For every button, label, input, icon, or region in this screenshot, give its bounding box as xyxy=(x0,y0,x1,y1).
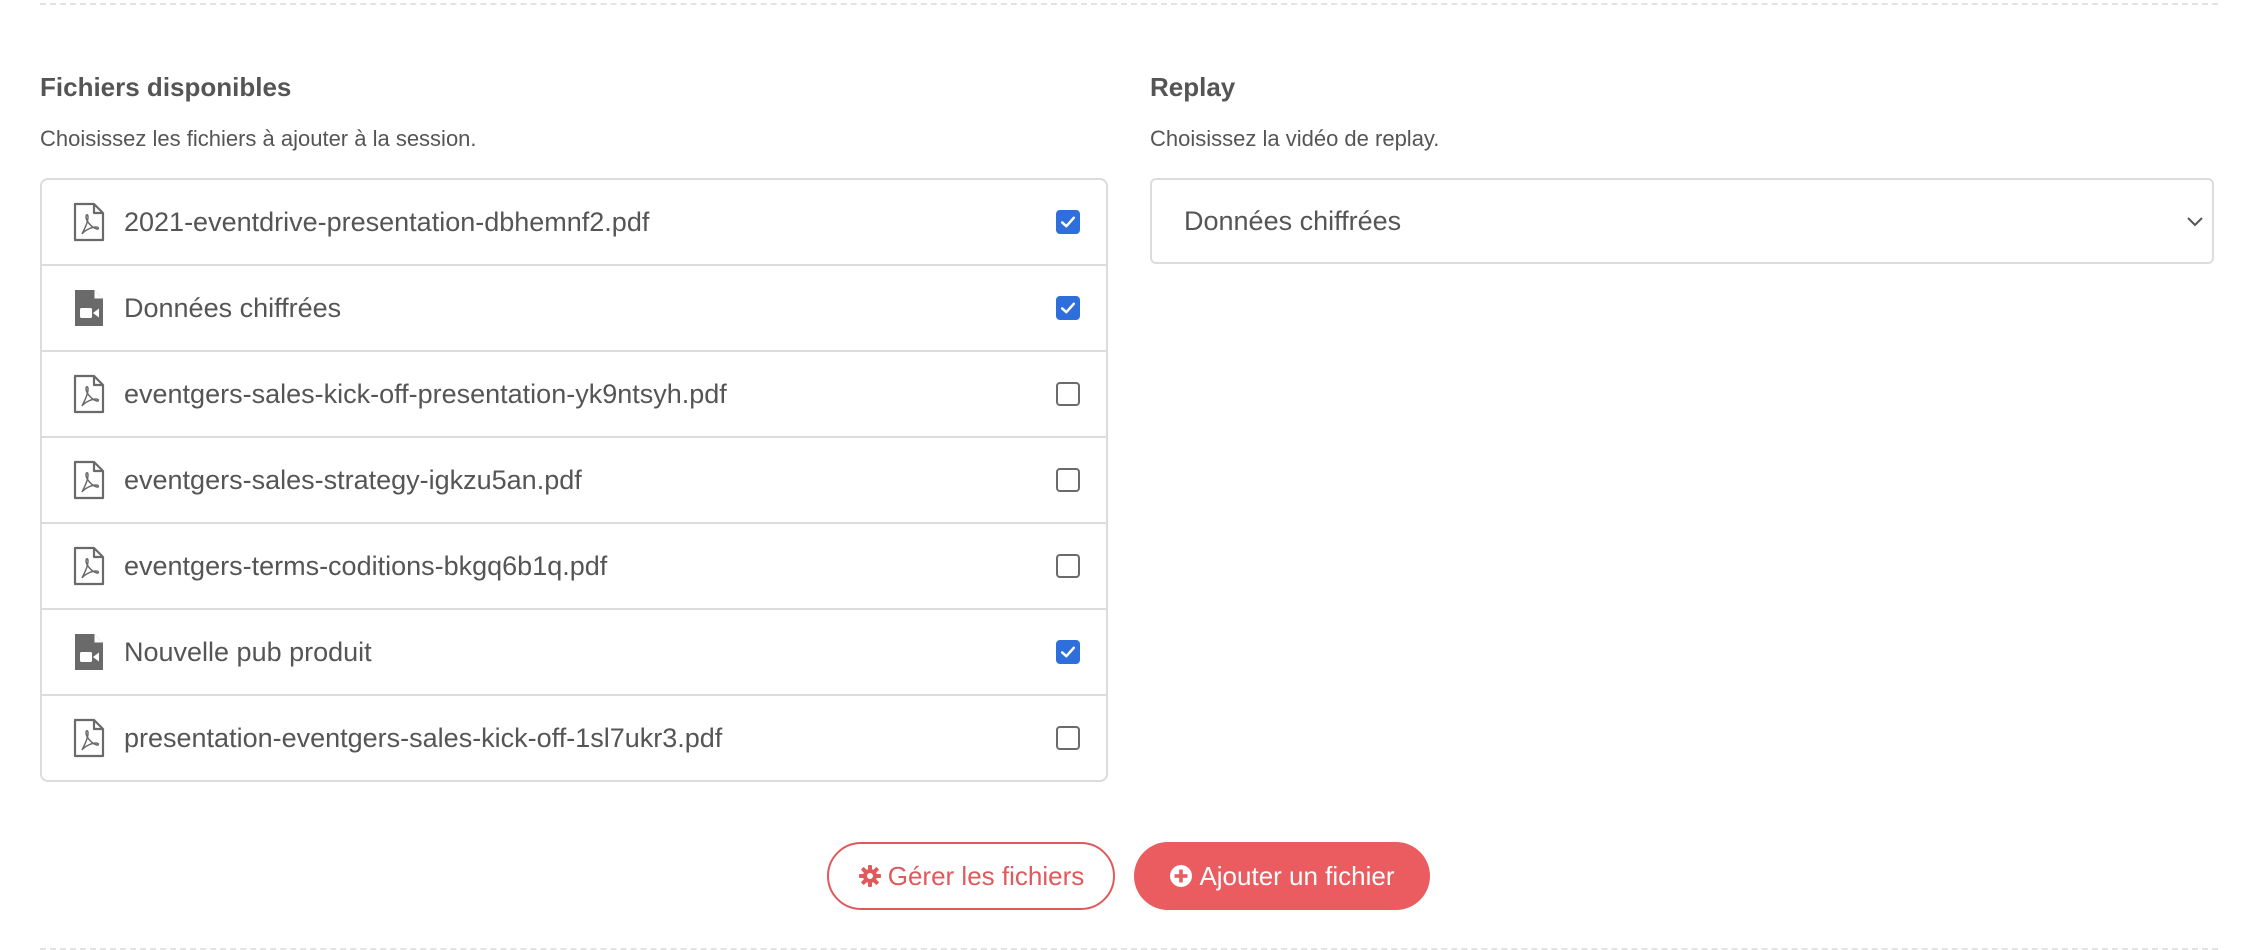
replay-section: Replay Choisissez la vidéo de replay. Do… xyxy=(1150,70,2216,264)
files-section-description: Choisissez les fichiers à ajouter à la s… xyxy=(40,126,477,151)
file-name: eventgers-terms-coditions-bkgq6b1q.pdf xyxy=(124,550,608,581)
gear-icon xyxy=(858,865,881,887)
chevron-down-icon xyxy=(2187,217,2203,227)
file-checkbox[interactable] xyxy=(1056,554,1080,578)
file-row[interactable]: 2021-eventdrive-presentation-dbhemnf2.pd… xyxy=(42,180,1106,266)
file-list: 2021-eventdrive-presentation-dbhemnf2.pd… xyxy=(40,178,1108,782)
file-checkbox[interactable] xyxy=(1056,640,1080,664)
file-checkbox[interactable] xyxy=(1056,382,1080,406)
replay-section-title: Replay xyxy=(1150,72,1236,102)
replay-select-value: Données chiffrées xyxy=(1184,205,1402,236)
file-checkbox[interactable] xyxy=(1056,296,1080,320)
file-name: presentation-eventgers-sales-kick-off-1s… xyxy=(124,722,723,753)
file-name: Nouvelle pub produit xyxy=(124,636,372,667)
top-divider xyxy=(40,3,2218,5)
replay-section-description: Choisissez la vidéo de replay. xyxy=(1150,126,1440,151)
page: Fichiers disponibles Choisissez les fich… xyxy=(0,0,2258,950)
file-pdf-icon xyxy=(72,460,106,500)
actions-bar: Gérer les fichiers Ajouter un fichier xyxy=(0,842,2258,910)
replay-select[interactable]: Données chiffrées xyxy=(1150,178,2214,264)
file-row[interactable]: presentation-eventgers-sales-kick-off-1s… xyxy=(42,696,1106,780)
file-row[interactable]: eventgers-sales-strategy-igkzu5an.pdf xyxy=(42,438,1106,524)
files-section-title: Fichiers disponibles xyxy=(40,72,292,102)
file-pdf-icon xyxy=(72,202,106,242)
file-name: eventgers-sales-kick-off-presentation-yk… xyxy=(124,378,727,409)
manage-files-button[interactable]: Gérer les fichiers xyxy=(827,842,1115,910)
file-name: 2021-eventdrive-presentation-dbhemnf2.pd… xyxy=(124,206,650,237)
add-file-button[interactable]: Ajouter un fichier xyxy=(1134,842,1430,910)
file-pdf-icon xyxy=(72,546,106,586)
file-row[interactable]: Données chiffrées xyxy=(42,266,1106,352)
manage-files-label: Gérer les fichiers xyxy=(887,860,1085,891)
add-file-label: Ajouter un fichier xyxy=(1199,860,1395,891)
file-row[interactable]: eventgers-sales-kick-off-presentation-yk… xyxy=(42,352,1106,438)
file-name: eventgers-sales-strategy-igkzu5an.pdf xyxy=(124,464,582,495)
file-video-icon xyxy=(72,632,106,672)
file-checkbox[interactable] xyxy=(1056,210,1080,234)
file-row[interactable]: Nouvelle pub produit xyxy=(42,610,1106,696)
file-pdf-icon xyxy=(72,374,106,414)
file-name: Données chiffrées xyxy=(124,292,342,323)
file-row[interactable]: eventgers-terms-coditions-bkgq6b1q.pdf xyxy=(42,524,1106,610)
file-video-icon xyxy=(72,288,106,328)
file-pdf-icon xyxy=(72,718,106,758)
files-section: Fichiers disponibles Choisissez les fich… xyxy=(40,70,1108,782)
file-checkbox[interactable] xyxy=(1056,726,1080,750)
file-checkbox[interactable] xyxy=(1056,468,1080,492)
plus-circle-icon xyxy=(1170,865,1193,887)
